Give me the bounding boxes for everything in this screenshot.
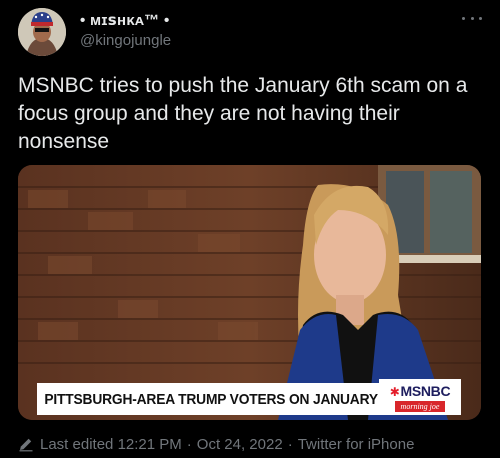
pencil-icon [19,438,33,452]
edited-label[interactable]: Last edited [40,436,113,453]
author-name-row[interactable]: • ᴍɪꜱʜᴋᴀ™ • [80,10,170,30]
tweet-text: MSNBC tries to push the January 6th scam… [18,74,468,153]
show-name: morning joe [394,400,446,412]
peacock-icon: ✱ [389,384,400,399]
display-name[interactable]: • ᴍɪꜱʜᴋᴀ™ • [80,11,170,29]
network-name: MSNBC [400,382,451,399]
tweet-time[interactable]: 12:21 PM [118,436,182,453]
more-dots-icon[interactable] [462,12,482,24]
avatar[interactable] [18,8,66,56]
tweet-source[interactable]: Twitter for iPhone [298,436,415,453]
video-thumbnail[interactable]: PITTSBURGH-AREA TRUMP VOTERS ON JANUARY … [18,165,481,420]
network-bug: ✱MSNBC morning joe [379,379,461,415]
network-logo: ✱MSNBC [390,383,451,399]
tweet[interactable]: • ᴍɪꜱʜᴋᴀ™ • @kingojungle MSNBC tries to … [0,0,500,458]
user-handle[interactable]: @kingojungle [80,32,171,49]
tweet-date[interactable]: Oct 24, 2022 [197,436,283,453]
chyron-text: PITTSBURGH-AREA TRUMP VOTERS ON JANUARY … [44,390,389,408]
tweet-metadata: Last edited 12:21 PM · Oct 24, 2022 · Tw… [18,434,414,454]
